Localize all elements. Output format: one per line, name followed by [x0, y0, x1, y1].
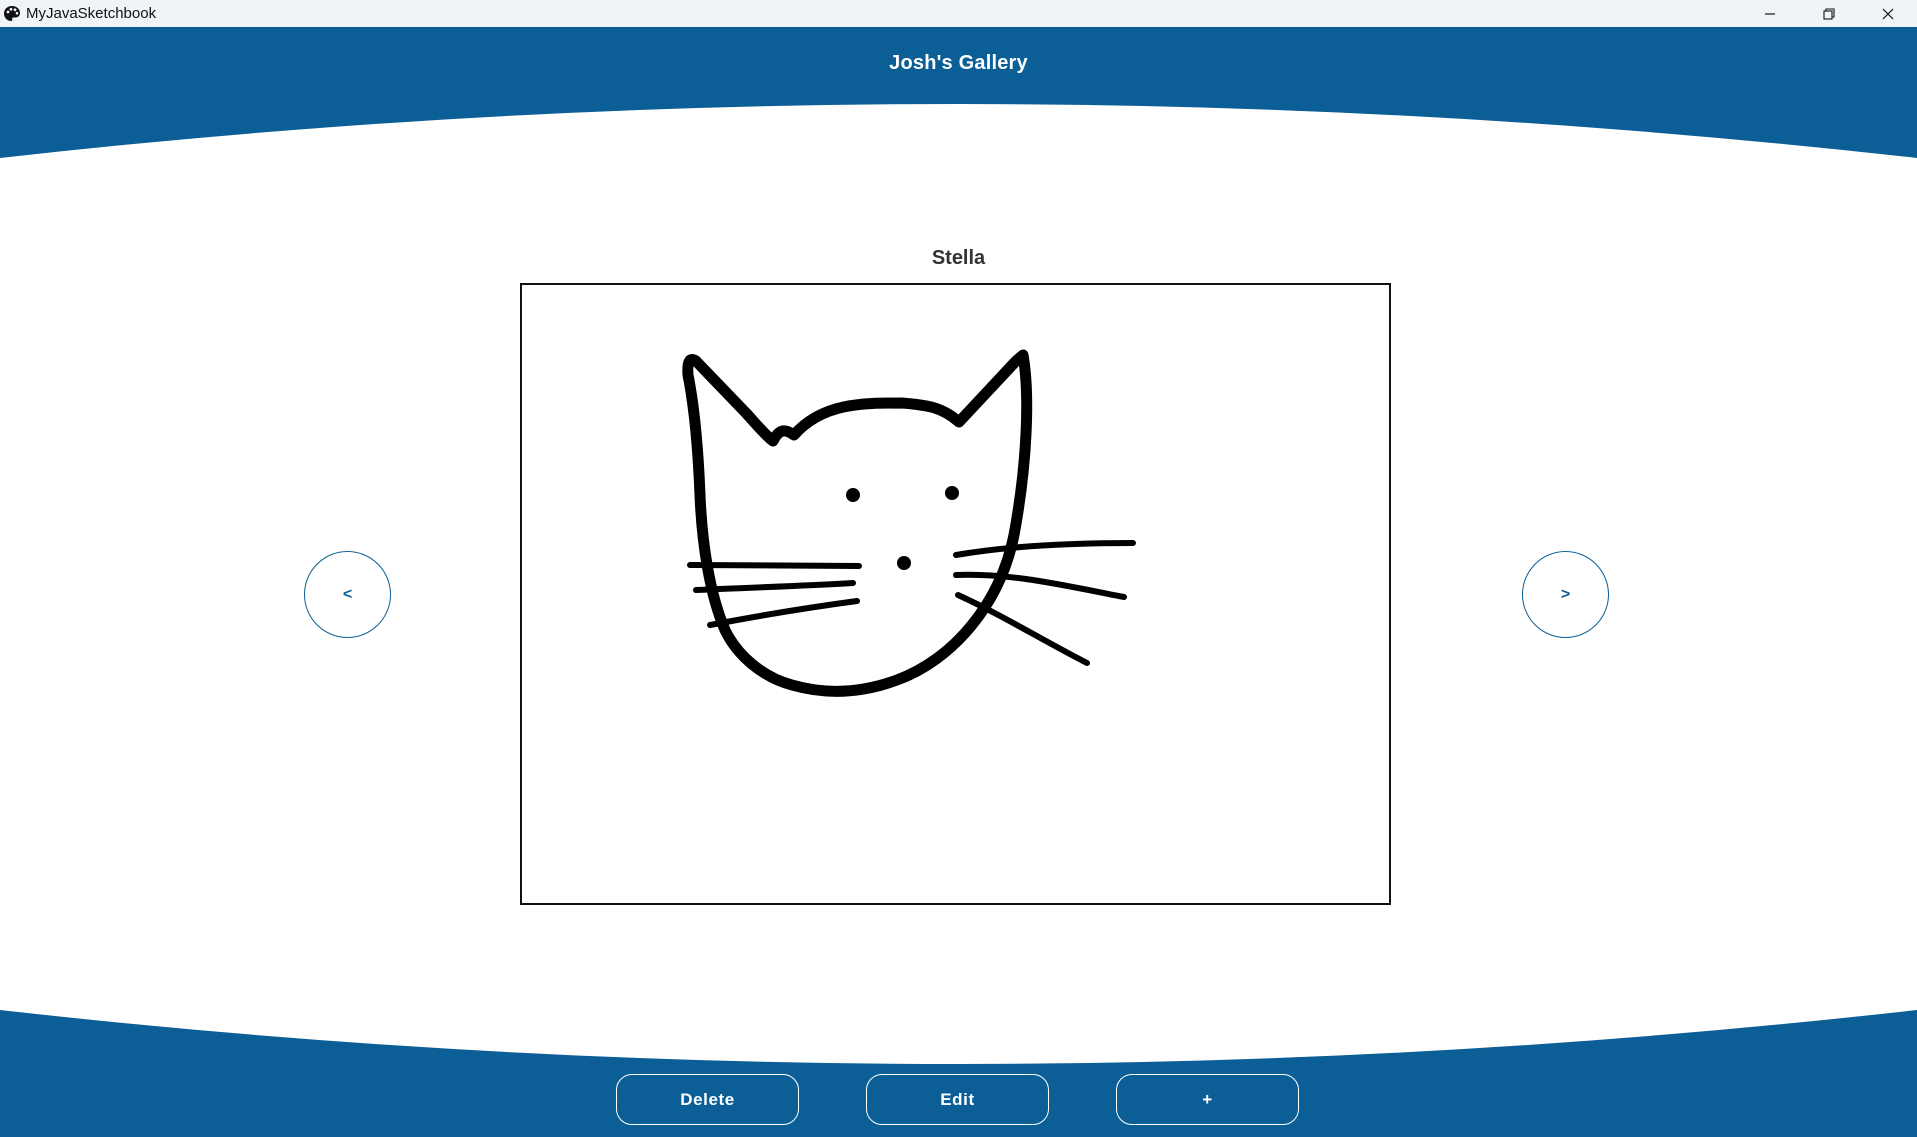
delete-button[interactable]: Delete — [616, 1074, 799, 1125]
app-window: MyJavaSketchbook Josh's Gallery Stella <… — [0, 0, 1917, 1137]
gallery-title: Josh's Gallery — [889, 52, 1028, 74]
sketch-title: Stella — [931, 247, 986, 269]
minimize-icon[interactable] — [1740, 0, 1799, 27]
close-icon[interactable] — [1858, 0, 1917, 27]
palette-icon — [1, 3, 22, 24]
sketch-canvas — [520, 283, 1391, 905]
restore-icon[interactable] — [1799, 0, 1858, 27]
add-button[interactable]: + — [1116, 1074, 1299, 1125]
action-bar: Delete Edit + — [0, 1074, 1917, 1126]
edit-button[interactable]: Edit — [866, 1074, 1049, 1125]
window-controls — [1740, 0, 1917, 27]
title-bar: MyJavaSketchbook — [0, 0, 1917, 27]
window-title: MyJavaSketchbook — [26, 5, 157, 22]
cat-face-drawing — [682, 349, 1136, 697]
next-button[interactable]: > — [1522, 551, 1609, 638]
previous-button[interactable]: < — [304, 551, 391, 638]
